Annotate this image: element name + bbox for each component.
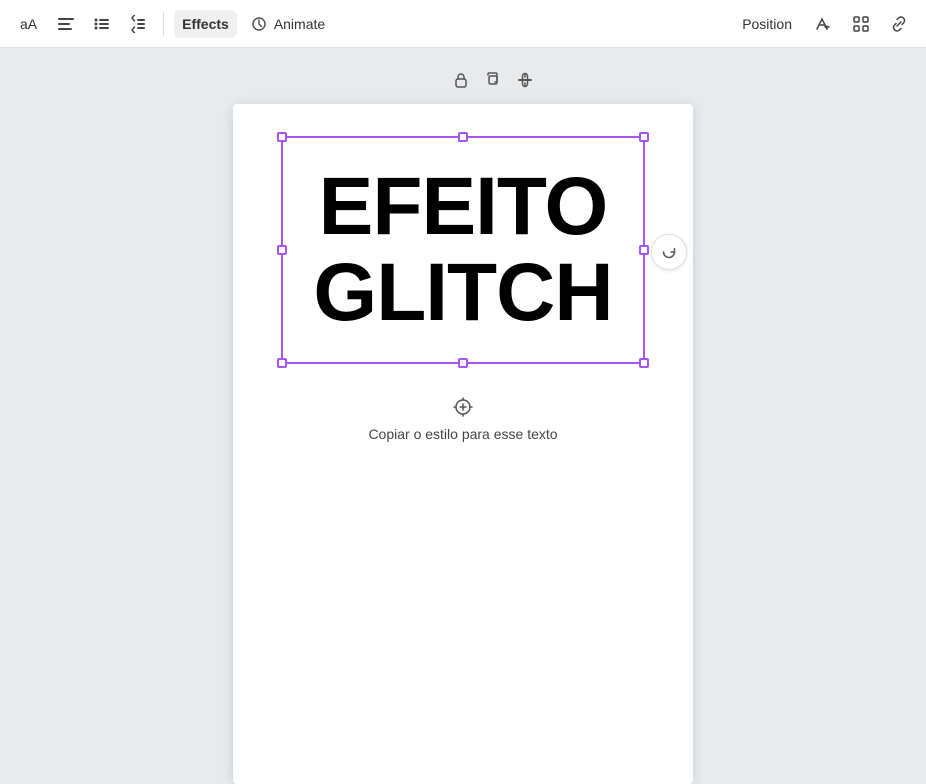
duplicate-icon bbox=[485, 72, 501, 88]
canvas-top-actions bbox=[447, 68, 539, 96]
handle-middle-right[interactable] bbox=[639, 245, 649, 255]
lock-button[interactable] bbox=[447, 68, 475, 96]
grid-button[interactable] bbox=[846, 9, 876, 39]
handle-top-right[interactable] bbox=[639, 132, 649, 142]
line-spacing-icon bbox=[129, 15, 147, 33]
canvas-page: EFEITO GLITCH bbox=[233, 104, 693, 784]
glitch-line-1: EFEITO bbox=[313, 164, 612, 250]
main-canvas-area: EFEITO GLITCH bbox=[0, 48, 926, 766]
line-spacing-button[interactable] bbox=[123, 9, 153, 39]
glitch-text-block: EFEITO GLITCH bbox=[289, 144, 636, 356]
align-button[interactable] bbox=[51, 9, 81, 39]
animate-icon bbox=[251, 16, 267, 32]
text-style-icon bbox=[814, 15, 832, 33]
font-size-label: aA bbox=[20, 16, 37, 32]
list-button[interactable] bbox=[87, 9, 117, 39]
toolbar-right: Position bbox=[734, 9, 914, 39]
animate-button[interactable]: Animate bbox=[243, 10, 333, 38]
handle-bottom-right[interactable] bbox=[639, 358, 649, 368]
duplicate-button[interactable] bbox=[479, 68, 507, 96]
handle-bottom-middle[interactable] bbox=[458, 358, 468, 368]
link-icon bbox=[890, 15, 908, 33]
align-icon bbox=[57, 15, 75, 33]
lock-icon bbox=[453, 72, 469, 88]
handle-top-left[interactable] bbox=[277, 132, 287, 142]
glitch-line-2: GLITCH bbox=[313, 250, 612, 336]
list-icon bbox=[93, 15, 111, 33]
effects-button[interactable]: Effects bbox=[174, 10, 237, 38]
handle-middle-left[interactable] bbox=[277, 245, 287, 255]
toolbar-divider-1 bbox=[163, 12, 164, 36]
copy-style-icon bbox=[452, 396, 474, 418]
more-icon bbox=[517, 72, 533, 88]
grid-icon bbox=[852, 15, 870, 33]
animate-label: Animate bbox=[274, 16, 325, 32]
handle-top-middle[interactable] bbox=[458, 132, 468, 142]
text-element[interactable]: EFEITO GLITCH bbox=[289, 144, 636, 356]
handle-bottom-left[interactable] bbox=[277, 358, 287, 368]
effects-label: Effects bbox=[182, 16, 229, 32]
font-size-button[interactable]: aA bbox=[12, 10, 45, 38]
copy-style-button[interactable] bbox=[452, 396, 474, 418]
link-button[interactable] bbox=[884, 9, 914, 39]
toolbar: aA bbox=[0, 0, 926, 48]
copy-style-area: Copiar o estilo para esse texto bbox=[368, 396, 557, 442]
toolbar-left: aA bbox=[12, 9, 730, 39]
more-button[interactable] bbox=[511, 68, 539, 96]
refresh-side-button[interactable] bbox=[651, 234, 687, 270]
text-style-button[interactable] bbox=[808, 9, 838, 39]
copy-style-label: Copiar o estilo para esse texto bbox=[368, 426, 557, 442]
refresh-side-icon bbox=[661, 244, 677, 260]
canvas-wrapper: EFEITO GLITCH bbox=[233, 68, 693, 784]
position-label: Position bbox=[742, 16, 792, 32]
position-button[interactable]: Position bbox=[734, 10, 800, 38]
